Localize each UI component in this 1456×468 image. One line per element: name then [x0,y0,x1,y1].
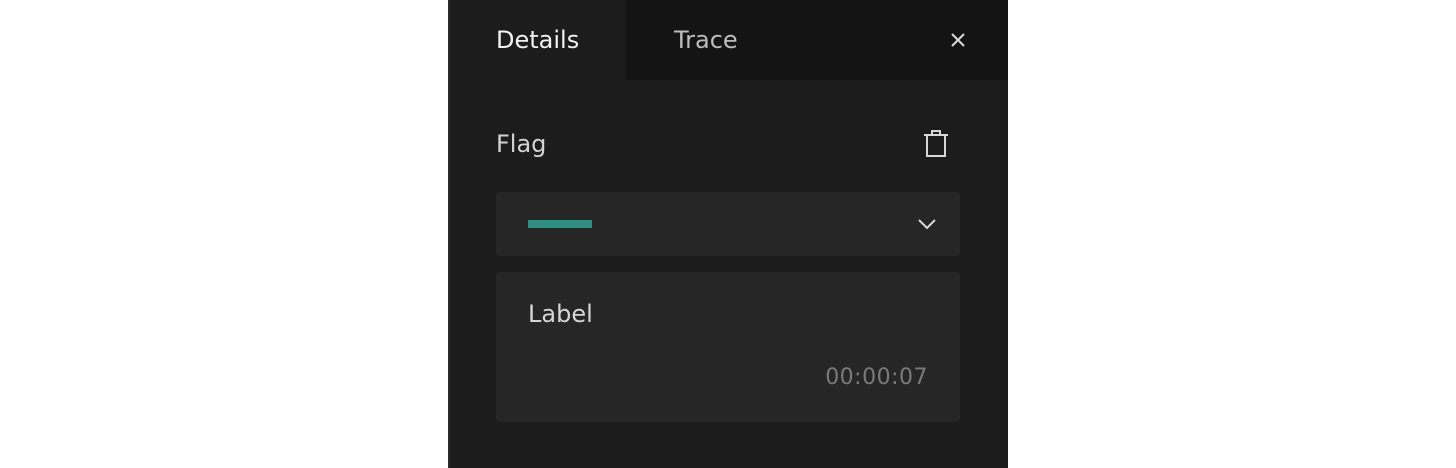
details-panel: Details Trace Flag Label 00:00:07 [448,0,1008,468]
flag-color-dropdown[interactable] [496,192,960,256]
flag-timestamp: 00:00:07 [825,365,928,390]
tab-details-label: Details [496,26,580,54]
tab-trace-label: Trace [674,26,738,54]
tab-trace[interactable]: Trace [626,0,806,80]
selected-flag-color-swatch [528,220,592,228]
close-icon [951,33,965,47]
tab-bar: Details Trace [450,0,1008,80]
chevron-down-icon [918,219,936,230]
trash-icon [924,130,948,157]
delete-flag-button[interactable] [920,128,952,160]
tab-details[interactable]: Details [450,0,626,80]
flag-section-title: Flag [496,130,547,158]
label-card: Label 00:00:07 [496,272,960,422]
label-field[interactable]: Label [528,296,928,332]
close-button[interactable] [946,28,970,52]
